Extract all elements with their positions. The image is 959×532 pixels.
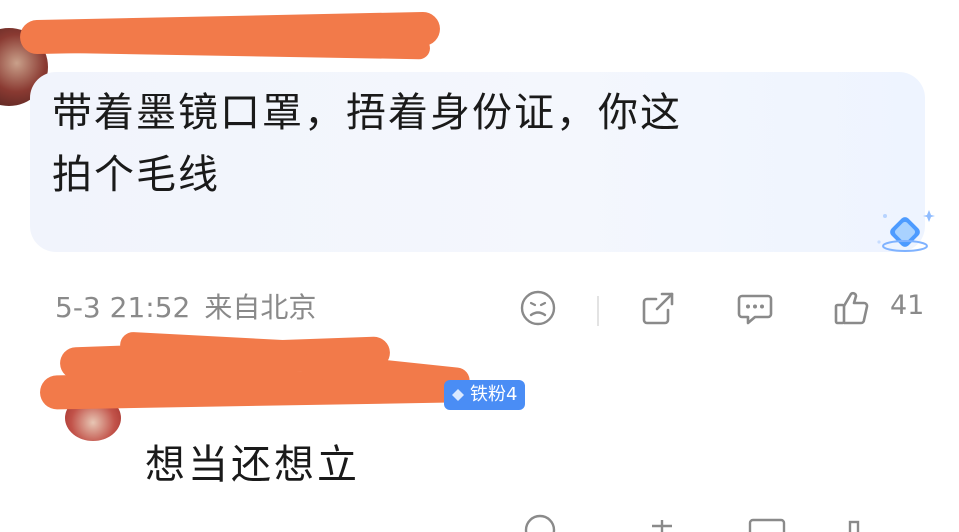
fan-badge-reply: 铁粉4	[444, 380, 526, 410]
diamond-sparkle-icon	[877, 210, 935, 252]
share-icon[interactable]	[638, 288, 678, 328]
diamond-badge-icon	[452, 389, 464, 401]
next-action-row-partial	[524, 514, 860, 532]
thumbs-up-icon[interactable]	[832, 288, 872, 328]
reply-text: 想当还想立	[145, 442, 360, 488]
action-divider	[597, 296, 599, 326]
comment-text: 带着墨镜口罩，捂着身份证，你这 拍个毛线	[52, 82, 912, 206]
comment-text-line-2: 拍个毛线	[52, 152, 220, 198]
comment-icon[interactable]	[735, 288, 775, 328]
comment-text-line-1: 带着墨镜口罩，捂着身份证，你这	[52, 90, 682, 136]
sad-face-icon[interactable]	[518, 288, 558, 328]
like-count: 41	[890, 290, 925, 321]
comment-location: 来自北京	[204, 291, 317, 324]
comment-time: 5-3 21:52	[55, 291, 191, 324]
fan-badge-label: 铁粉4	[470, 384, 518, 405]
comment-meta: 5-3 21:52 来自北京	[55, 286, 330, 326]
